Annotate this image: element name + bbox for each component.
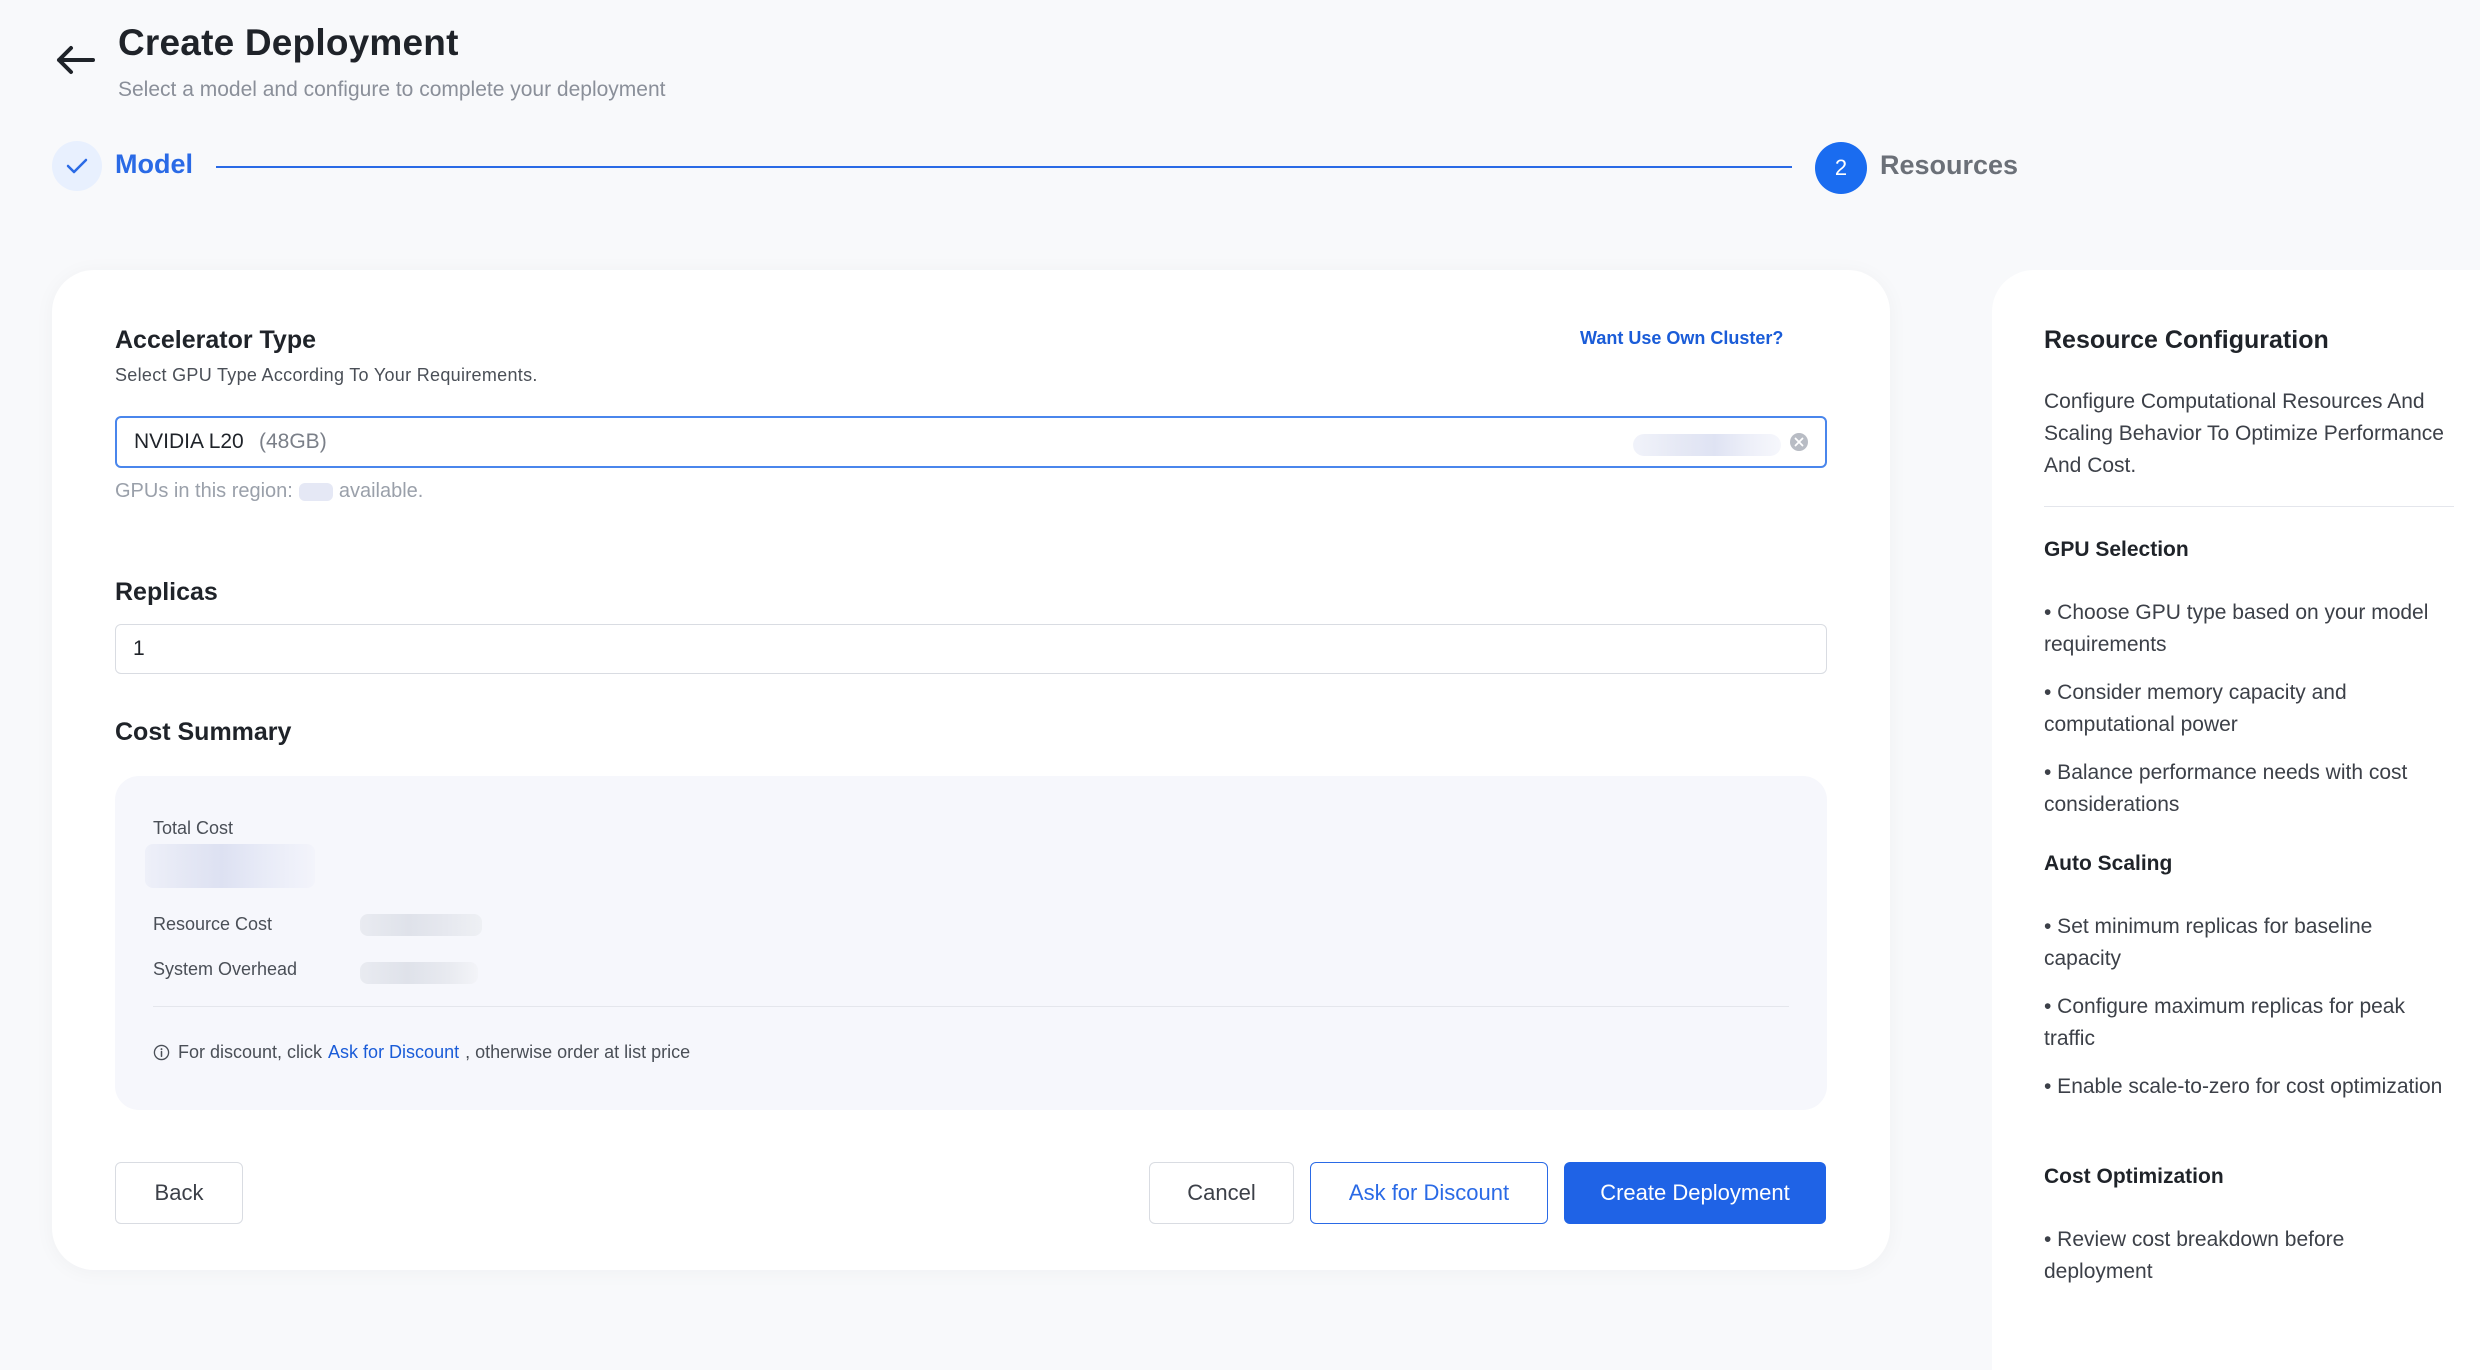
stepper-progress-line <box>216 166 1792 168</box>
gpu-availability-prefix: GPUs in this region: <box>115 480 293 502</box>
gpu-selected-memory: (48GB) <box>259 430 327 453</box>
cost-optimization-heading: Cost Optimization <box>2044 1165 2224 1188</box>
gpu-price-redacted <box>1633 434 1781 456</box>
ask-for-discount-button[interactable]: Ask for Discount <box>1310 1162 1548 1224</box>
replicas-input[interactable] <box>115 624 1827 674</box>
gpu-selection-bullet: • Balance performance needs with cost co… <box>2044 761 2408 816</box>
auto-scaling-bullet: • Enable scale-to-zero for cost optimiza… <box>2044 1075 2443 1098</box>
side-panel-divider <box>2044 506 2454 507</box>
resource-cost-redacted <box>360 914 482 936</box>
accelerator-type-description: Select GPU Type According To Your Requir… <box>115 365 538 385</box>
replicas-title: Replicas <box>115 578 218 606</box>
gpu-availability-suffix: available. <box>338 480 424 502</box>
resource-cost-label: Resource Cost <box>153 914 273 934</box>
side-panel-title: Resource Configuration <box>2044 326 2329 354</box>
discount-note-link[interactable]: Ask for Discount <box>328 1042 459 1063</box>
clear-selection-icon[interactable] <box>1789 432 1809 452</box>
step-model-label: Model <box>115 149 193 179</box>
create-deployment-button[interactable]: Create Deployment <box>1564 1162 1826 1224</box>
gpu-selection-bullet: • Choose GPU type based on your model re… <box>2044 601 2429 656</box>
gpu-selected-name: NVIDIA L20 <box>134 430 244 453</box>
back-button[interactable]: Back <box>115 1162 243 1224</box>
back-arrow-icon[interactable] <box>50 40 100 80</box>
discount-note: For discount, click Ask for Discount , o… <box>153 1042 690 1063</box>
cancel-button[interactable]: Cancel <box>1149 1162 1294 1224</box>
step-resources-number: 2 <box>1815 142 1867 194</box>
page-title: Create Deployment <box>118 22 459 63</box>
cost-optimization-bullet: • Review cost breakdown before deploymen… <box>2044 1228 2345 1283</box>
page-subtitle: Select a model and configure to complete… <box>118 78 666 101</box>
system-overhead-redacted <box>360 962 478 984</box>
cost-divider <box>153 1006 1789 1007</box>
cost-summary-title: Cost Summary <box>115 718 292 746</box>
gpu-availability-note: GPUs in this region: available. <box>115 480 423 503</box>
accelerator-type-title: Accelerator Type <box>115 326 317 354</box>
step-resources-label: Resources <box>1880 150 2019 180</box>
cost-summary-box: Total Cost Resource Cost System Overhead… <box>115 776 1827 1110</box>
side-panel-description: Configure Computational Resources And Sc… <box>2044 390 2444 477</box>
total-cost-redacted <box>145 844 315 888</box>
own-cluster-link[interactable]: Want Use Own Cluster? <box>1580 328 1783 349</box>
auto-scaling-bullet: • Configure maximum replicas for peak tr… <box>2044 995 2405 1050</box>
info-icon <box>153 1044 170 1061</box>
system-overhead-label: System Overhead <box>153 959 298 979</box>
gpu-type-select[interactable]: NVIDIA L20 (48GB) <box>115 416 1827 468</box>
discount-note-prefix: For discount, click <box>178 1042 323 1062</box>
gpu-selection-heading: GPU Selection <box>2044 538 2189 561</box>
gpu-count-redacted <box>298 482 333 501</box>
total-cost-label: Total Cost <box>153 818 234 838</box>
discount-note-suffix: , otherwise order at list price <box>465 1042 691 1062</box>
auto-scaling-bullet: • Set minimum replicas for baseline capa… <box>2044 915 2373 970</box>
gpu-selection-bullet: • Consider memory capacity and computati… <box>2044 681 2347 736</box>
auto-scaling-heading: Auto Scaling <box>2044 852 2173 875</box>
step-model-check-icon <box>52 141 102 191</box>
